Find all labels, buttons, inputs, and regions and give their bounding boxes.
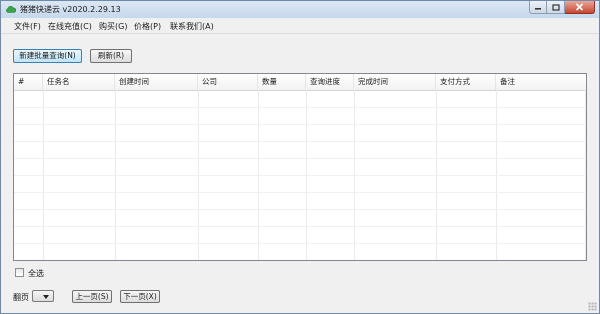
page-label: 翻页 xyxy=(13,293,29,302)
prev-page-button[interactable]: 上一页(S) xyxy=(72,290,112,303)
window-controls xyxy=(529,1,595,15)
column-header-task-name[interactable]: 任务名 xyxy=(43,74,115,90)
menu-price[interactable]: 价格(P) xyxy=(134,21,161,32)
window-title: 猪猪快递云 v2020.2.29.13 xyxy=(20,5,121,14)
cloud-icon xyxy=(6,6,16,13)
resize-grip[interactable] xyxy=(588,302,597,311)
next-page-button[interactable]: 下一页(X) xyxy=(120,290,160,303)
column-header-progress[interactable]: 查询进度 xyxy=(306,74,354,90)
column-header-quantity[interactable]: 数量 xyxy=(258,74,306,90)
row-divider xyxy=(14,226,586,227)
select-all-label[interactable]: 全选 xyxy=(28,268,44,279)
column-header-created-time[interactable]: 创建时间 xyxy=(115,74,198,90)
row-divider xyxy=(14,124,586,125)
select-all-checkbox[interactable] xyxy=(15,268,24,277)
maximize-icon xyxy=(551,3,560,11)
row-divider xyxy=(14,209,586,210)
chevron-down-icon xyxy=(43,295,49,299)
row-divider xyxy=(14,175,586,176)
close-icon xyxy=(575,3,584,11)
refresh-button[interactable]: 刷新(R) xyxy=(90,49,132,63)
menu-buy[interactable]: 购买(G) xyxy=(99,21,127,32)
table-header: # 任务名 创建时间 公司 数量 查询进度 完成时间 支付方式 备注 xyxy=(14,74,586,91)
column-header-payment[interactable]: 支付方式 xyxy=(436,74,496,90)
row-divider xyxy=(14,192,586,193)
menu-recharge[interactable]: 在线充值(C) xyxy=(48,21,92,32)
row-divider xyxy=(14,158,586,159)
column-header-finish-time[interactable]: 完成时间 xyxy=(354,74,436,90)
tasks-table[interactable]: # 任务名 创建时间 公司 数量 查询进度 完成时间 支付方式 备注 xyxy=(13,73,587,261)
row-divider xyxy=(14,243,586,244)
close-button[interactable] xyxy=(565,1,595,14)
row-divider xyxy=(14,141,586,142)
column-header-remark[interactable]: 备注 xyxy=(496,74,586,90)
menu-contact[interactable]: 联系我们(A) xyxy=(170,21,214,32)
minimize-button[interactable] xyxy=(529,1,547,14)
minimize-icon xyxy=(535,8,541,10)
app-window: 猪猪快递云 v2020.2.29.13 文件(F) 在线充值(C) 购买(G) … xyxy=(0,0,600,314)
maximize-button[interactable] xyxy=(547,1,565,14)
column-header-company[interactable]: 公司 xyxy=(198,74,258,90)
column-header-index[interactable]: # xyxy=(14,74,43,90)
title-bar[interactable]: 猪猪快递云 v2020.2.29.13 xyxy=(1,1,599,18)
page-select[interactable] xyxy=(32,290,54,302)
menu-bar: 文件(F) 在线充值(C) 购买(G) 价格(P) 联系我们(A) xyxy=(1,18,599,34)
menu-file[interactable]: 文件(F) xyxy=(14,21,41,32)
new-batch-query-button[interactable]: 新建批量查询(N) xyxy=(13,49,82,63)
row-divider xyxy=(14,107,586,108)
